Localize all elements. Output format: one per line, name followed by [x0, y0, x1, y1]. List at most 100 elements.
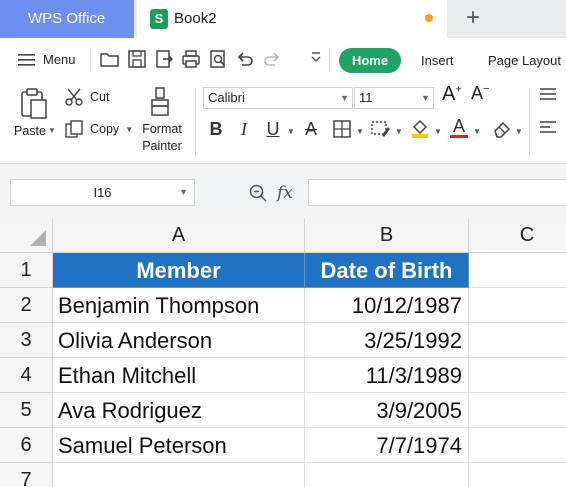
add-tab-button[interactable]: +	[458, 2, 488, 36]
row-header-1[interactable]: 1	[0, 253, 53, 288]
formula-input[interactable]	[308, 179, 566, 206]
font-name-select[interactable]: Calibri ▼	[203, 87, 353, 109]
export-icon[interactable]	[153, 48, 175, 70]
cell-a5[interactable]: Ava Rodriguez	[53, 393, 305, 428]
eraser-icon	[494, 121, 511, 138]
row-header-6[interactable]: 6	[0, 428, 53, 463]
tab-book2[interactable]: S Book2	[137, 0, 447, 38]
cell-b5[interactable]: 3/9/2005	[305, 393, 469, 428]
select-all-button[interactable]	[0, 218, 53, 253]
fill-color-button[interactable]	[407, 117, 433, 141]
cell-a2[interactable]: Benjamin Thompson	[53, 288, 305, 323]
wps-spreadsheet-window: WPS Office S Book2 + Menu Home Insert Pa…	[0, 0, 566, 487]
cell-c2[interactable]	[469, 288, 566, 323]
row-header-5[interactable]: 5	[0, 393, 53, 428]
zoom-search-icon[interactable]	[248, 183, 268, 203]
cell-a7[interactable]	[53, 463, 305, 487]
chevron-down-icon[interactable]: ▼	[473, 127, 481, 136]
format-painter-button[interactable]: Format Painter	[136, 121, 188, 155]
cell-c6[interactable]	[469, 428, 566, 463]
minus-icon: −	[483, 83, 490, 95]
save-icon[interactable]	[126, 48, 148, 70]
cell-c4[interactable]	[469, 358, 566, 393]
column-header-a[interactable]: A	[53, 218, 305, 253]
cell-b6[interactable]: 7/7/1974	[305, 428, 469, 463]
print-preview-icon[interactable]	[207, 48, 229, 70]
font-size-select[interactable]: 11 ▼	[354, 87, 434, 109]
chevron-down-icon[interactable]: ▼	[434, 127, 442, 136]
divider	[90, 48, 91, 72]
print-icon[interactable]	[180, 48, 202, 70]
cell-b3[interactable]: 3/25/1992	[305, 323, 469, 358]
cell-b1[interactable]: Date of Birth	[305, 253, 469, 288]
cell-b7[interactable]	[305, 463, 469, 487]
divider	[329, 48, 330, 72]
cell-style-button[interactable]	[368, 117, 394, 141]
align-top-icon[interactable]	[539, 86, 557, 107]
cell-c7[interactable]	[469, 463, 566, 487]
chevron-down-icon[interactable]: ▼	[356, 127, 364, 136]
open-folder-icon[interactable]	[99, 48, 121, 70]
borders-icon	[333, 120, 351, 138]
increase-font-button[interactable]: A+	[442, 83, 462, 106]
cell-a6[interactable]: Samuel Peterson	[53, 428, 305, 463]
chevron-down-icon[interactable]: ▼	[287, 127, 295, 136]
paint-bucket-icon	[412, 119, 428, 138]
copy-button[interactable]: Copy ▼	[64, 119, 133, 139]
divider	[195, 88, 196, 156]
chevron-down-icon[interactable]: ▼	[515, 127, 523, 136]
row-header-4[interactable]: 4	[0, 358, 53, 393]
font-color-button[interactable]: A	[448, 117, 470, 141]
chevron-down-icon: ▼	[125, 124, 134, 134]
insert-function-button[interactable]: fx	[277, 183, 293, 203]
tab-home[interactable]: Home	[339, 48, 401, 73]
font-name-value: Calibri	[208, 90, 245, 105]
doc-tab-label: Book2	[174, 10, 217, 27]
customize-chevron-icon[interactable]	[305, 48, 321, 70]
underline-button[interactable]: U	[263, 117, 283, 141]
clear-button[interactable]	[490, 117, 514, 141]
cell-c5[interactable]	[469, 393, 566, 428]
paste-label: Paste	[14, 124, 46, 138]
column-header-b[interactable]: B	[305, 218, 469, 253]
quick-toolbar: Menu Home Insert Page Layout	[0, 38, 566, 82]
tab-insert[interactable]: Insert	[421, 48, 454, 73]
paintbrush-icon[interactable]	[147, 86, 173, 118]
sheet-grid[interactable]: A B C 1 2 3 4 5 6 7 Member Date of Birth…	[0, 218, 566, 487]
italic-button[interactable]: I	[235, 117, 253, 141]
copy-label: Copy	[90, 122, 120, 136]
align-left-icon[interactable]	[539, 119, 557, 140]
cell-a4[interactable]: Ethan Mitchell	[53, 358, 305, 393]
row-header-7[interactable]: 7	[0, 463, 53, 487]
menu-button[interactable]: Menu	[18, 47, 76, 73]
cut-button[interactable]: Cut	[64, 87, 109, 107]
column-header-c[interactable]: C	[469, 218, 566, 253]
strikethrough-button[interactable]: A	[300, 117, 322, 141]
title-bar: WPS Office S Book2 +	[0, 0, 566, 38]
undo-icon[interactable]	[234, 48, 256, 70]
row-header-2[interactable]: 2	[0, 288, 53, 323]
chevron-down-icon: ▼	[340, 93, 349, 103]
formula-bar: I16 ▼ fx	[0, 164, 566, 218]
scissors-icon	[65, 88, 83, 106]
row-header-3[interactable]: 3	[0, 323, 53, 358]
redo-icon[interactable]	[261, 48, 283, 70]
borders-button[interactable]	[329, 117, 355, 141]
paste-button[interactable]: Paste ▼	[14, 124, 56, 138]
tab-page-layout[interactable]: Page Layout	[488, 48, 561, 73]
cell-a3[interactable]: Olivia Anderson	[53, 323, 305, 358]
decrease-font-button[interactable]: A−	[471, 83, 489, 104]
cell-c1[interactable]	[469, 253, 566, 288]
name-box[interactable]: I16 ▼	[10, 179, 195, 206]
paste-icon[interactable]	[16, 86, 52, 120]
cell-c3[interactable]	[469, 323, 566, 358]
cell-a1[interactable]: Member	[53, 253, 305, 288]
cell-b2[interactable]: 10/12/1987	[305, 288, 469, 323]
chevron-down-icon[interactable]: ▼	[395, 127, 403, 136]
tab-wps-office[interactable]: WPS Office	[0, 0, 134, 38]
cell-b4[interactable]: 11/3/1989	[305, 358, 469, 393]
cut-label: Cut	[90, 90, 110, 104]
copy-icon	[65, 120, 83, 138]
bold-button[interactable]: B	[206, 117, 226, 141]
plus-icon: +	[455, 83, 462, 96]
